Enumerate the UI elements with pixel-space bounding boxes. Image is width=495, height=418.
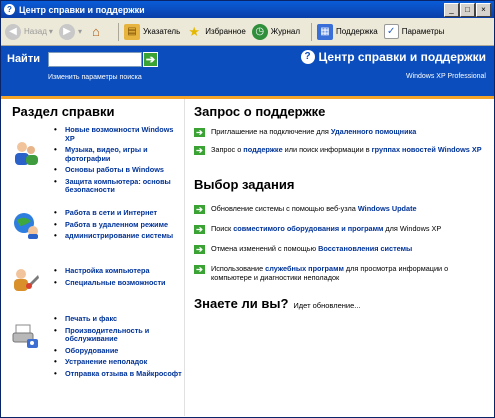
search-options-link[interactable]: Изменить параметры поиска (48, 74, 142, 81)
link-text: Отмена изменений с помощью (211, 244, 319, 253)
title-bar[interactable]: ? Центр справки и поддержки _ □ × (1, 1, 494, 18)
tasks-title: Выбор задания (194, 177, 295, 192)
topic-link[interactable]: администрирование системы (54, 231, 182, 241)
link-text: Запрос о (211, 145, 244, 154)
link-bold-text: Windows Update (357, 204, 417, 213)
topic-link[interactable]: Защита компьютера: основы безопасности (54, 177, 182, 195)
system-tools-link[interactable]: ➔ Использование служебных программ для п… (194, 264, 484, 282)
support-newsgroups-link[interactable]: ➔ Запрос о поддержке или поиск информаци… (194, 145, 484, 155)
search-go-button[interactable]: ➔ (143, 52, 158, 67)
help-topics-panel: Раздел справки Новые возможности Windows… (1, 99, 185, 416)
index-button[interactable]: ▤ Указатель (123, 23, 181, 40)
help-question-icon: ? (300, 50, 315, 64)
topics-group-2: Работа в сети и Интернет Работа в удален… (54, 208, 182, 244)
link-bold-text: группах новостей Windows XP (371, 145, 482, 154)
toolbar-divider (117, 22, 119, 41)
compatible-hardware-link[interactable]: ➔ Поиск совместимого оборудования и прог… (194, 224, 484, 234)
favorites-button[interactable]: ★ Избранное (186, 23, 246, 40)
remote-assistance-link[interactable]: ➔ Приглашение на подключение для Удаленн… (194, 127, 484, 137)
did-you-know-title: Знаете ли вы? (194, 296, 289, 311)
green-arrow-icon: ➔ (194, 225, 205, 234)
topic-link[interactable]: Устранение неполадок (54, 357, 182, 367)
options-icon: ✓ (383, 24, 399, 39)
link-text: Обновление системы с помощью веб-узла (211, 204, 358, 213)
topic-link[interactable]: Отправка отзыва в Майкрософт (54, 369, 182, 379)
maximize-button[interactable]: □ (460, 2, 475, 17)
options-button[interactable]: ✓ Параметры (383, 24, 445, 39)
help-center-window: ? Центр справки и поддержки _ □ × ◀ Наза… (0, 0, 495, 418)
link-bold-text: Удаленного помощника (330, 127, 417, 136)
topic-link[interactable]: Музыка, видео, игры и фотографии (54, 145, 182, 163)
options-label: Параметры (401, 27, 445, 36)
support-label: Поддержка (336, 27, 378, 36)
os-edition: Windows XP Professional (405, 73, 486, 80)
back-label: Назад (24, 27, 47, 36)
topic-link[interactable]: Работа в сети и Интернет (54, 208, 182, 218)
toolbar: ◀ Назад ▾ ▶ ▾ ⌂ ▤ Указатель ★ Избранное … (1, 18, 494, 46)
windows-update-link[interactable]: ➔ Обновление системы с помощью веб-узла … (194, 204, 484, 214)
forward-dropdown-icon: ▾ (77, 27, 82, 36)
did-you-know-section: Знаете ли вы? Идет обновление... (194, 296, 361, 311)
system-restore-link[interactable]: ➔ Отмена изменений с помощью Восстановле… (194, 244, 484, 254)
back-dropdown-icon: ▾ (48, 27, 53, 36)
history-icon: ◷ (251, 23, 268, 40)
help-center-title: Центр справки и поддержки (318, 50, 487, 64)
minimize-button[interactable]: _ (444, 2, 459, 17)
topics-group-1: Новые возможности Windows XP Музыка, вид… (54, 125, 182, 198)
topic-link[interactable]: Настройка компьютера (54, 266, 182, 276)
topics-group-3: Настройка компьютера Специальные возможн… (54, 266, 182, 290)
window-title: Центр справки и поддержки (19, 4, 145, 15)
topic-link[interactable]: Специальные возможности (54, 278, 182, 288)
home-button[interactable]: ⌂ (88, 24, 107, 40)
tools-icon (14, 269, 39, 291)
support-icon: ▦ (317, 23, 333, 40)
index-label: Указатель (142, 27, 181, 36)
history-label: Журнал (270, 27, 300, 36)
topic-link[interactable]: Печать и факс (54, 314, 182, 324)
search-input[interactable] (48, 52, 142, 67)
link-bold-text: поддержке (243, 145, 283, 154)
toolbar-divider (311, 22, 312, 41)
green-arrow-icon: ➔ (194, 146, 205, 155)
green-arrow-icon: ➔ (194, 205, 205, 214)
topic-link[interactable]: Работа в удаленном режиме (54, 220, 182, 230)
favorites-label: Избранное (205, 27, 246, 36)
home-icon: ⌂ (92, 24, 100, 39)
back-button[interactable]: ◀ Назад ▾ (5, 23, 53, 40)
topics-group-4: Печать и факс Производительность и обслу… (54, 314, 182, 381)
topic-link[interactable]: Производительность и обслуживание (54, 326, 182, 344)
search-header: Найти ➔ Изменить параметры поиска ? Цент… (1, 46, 494, 96)
forward-arrow-icon: ▶ (58, 23, 75, 40)
link-text: или поиск информации в (282, 145, 372, 154)
help-topics-title: Раздел справки (12, 104, 115, 119)
link-text: Поиск (211, 224, 234, 233)
back-arrow-icon: ◀ (5, 23, 21, 40)
printer-icon (12, 324, 38, 348)
forward-button[interactable]: ▶ ▾ (58, 23, 82, 40)
close-button[interactable]: × (476, 2, 491, 17)
support-button[interactable]: ▦ Поддержка (317, 23, 378, 40)
link-bold-text: Восстановления системы (318, 244, 413, 253)
history-button[interactable]: ◷ Журнал (251, 23, 300, 40)
topic-link[interactable]: Оборудование (54, 346, 182, 356)
main-content: Раздел справки Новые возможности Windows… (1, 99, 494, 416)
green-arrow-icon: ➔ (194, 245, 205, 254)
link-bold-text: совместимого оборудования и программ (233, 224, 384, 233)
network-icon (14, 213, 38, 239)
topic-link[interactable]: Новые возможности Windows XP (54, 125, 182, 143)
green-arrow-icon: ➔ (194, 265, 205, 274)
link-text: Приглашение на подключение для (211, 127, 331, 136)
link-text: для Windows XP (383, 224, 442, 233)
index-icon: ▤ (123, 23, 140, 40)
help-app-icon: ? (4, 4, 15, 15)
help-center-heading: ? Центр справки и поддержки (300, 50, 487, 64)
update-status: Идет обновление... (293, 301, 361, 310)
topic-link[interactable]: Основы работы в Windows (54, 165, 182, 175)
search-label: Найти (7, 53, 40, 65)
support-title: Запрос о поддержке (194, 104, 326, 119)
users-icon (15, 142, 38, 165)
green-arrow-icon: ➔ (194, 128, 205, 137)
favorites-star-icon: ★ (188, 23, 201, 39)
